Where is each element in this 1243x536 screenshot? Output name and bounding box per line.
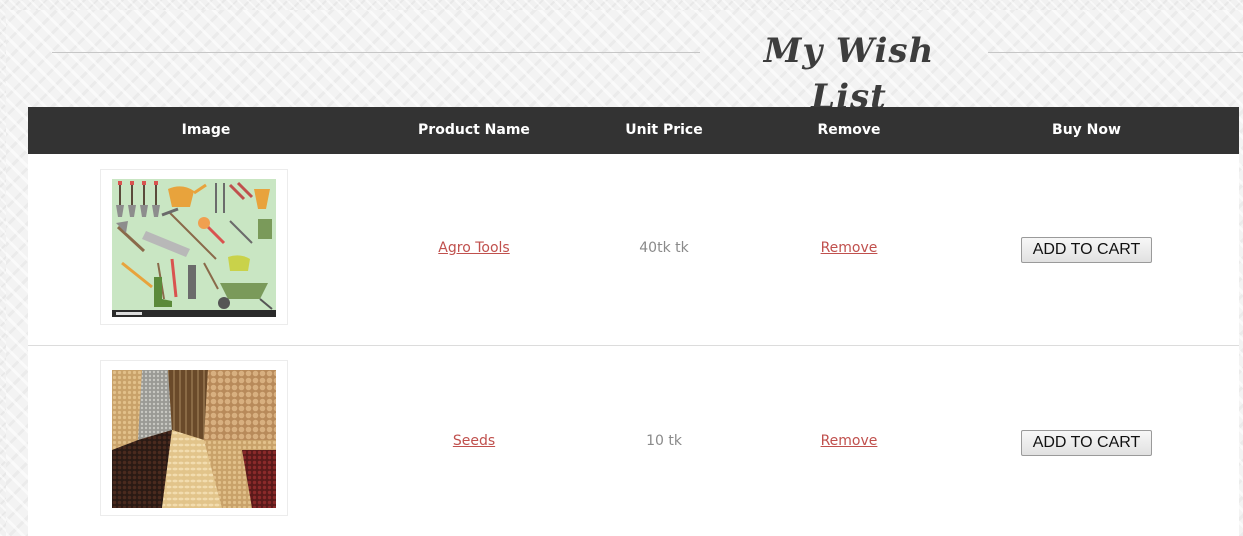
buy-cell: ADD TO CART	[934, 430, 1239, 456]
header-product-name: Product Name	[418, 122, 530, 138]
product-name-cell: Agro Tools	[384, 240, 564, 256]
header-unit-price: Unit Price	[625, 122, 703, 138]
product-thumbnail[interactable]	[100, 169, 288, 325]
remove-cell: Remove	[764, 240, 934, 256]
wishlist-table: Image Product Name Unit Price Remove Buy…	[28, 107, 1239, 536]
add-to-cart-button[interactable]: ADD TO CART	[1020, 430, 1153, 456]
product-name-link[interactable]: Agro Tools	[438, 240, 509, 256]
title-divider-right	[988, 52, 1243, 53]
header-image: Image	[181, 122, 231, 138]
product-name-cell: Seeds	[384, 433, 564, 449]
seeds-image	[112, 370, 276, 508]
unit-price: 40tk tk	[639, 240, 689, 256]
unit-price: 10 tk	[646, 433, 682, 449]
product-name-link[interactable]: Seeds	[453, 433, 495, 449]
product-thumbnail[interactable]	[100, 360, 288, 516]
buy-cell: ADD TO CART	[934, 237, 1239, 263]
page-title-row: My Wish List	[52, 28, 1243, 117]
title-divider-left	[52, 52, 700, 53]
agro-tools-image	[112, 179, 276, 317]
table-row: Seeds 10 tk Remove ADD TO CART	[28, 346, 1239, 536]
add-to-cart-button[interactable]: ADD TO CART	[1020, 237, 1153, 263]
remove-link[interactable]: Remove	[821, 433, 878, 449]
table-row: Agro Tools 40tk tk Remove ADD TO CART	[28, 154, 1239, 346]
table-header: Image Product Name Unit Price Remove Buy…	[28, 107, 1239, 154]
remove-cell: Remove	[764, 433, 934, 449]
header-remove: Remove	[817, 122, 881, 138]
header-buy-now: Buy Now	[1052, 122, 1121, 138]
remove-link[interactable]: Remove	[821, 240, 878, 256]
